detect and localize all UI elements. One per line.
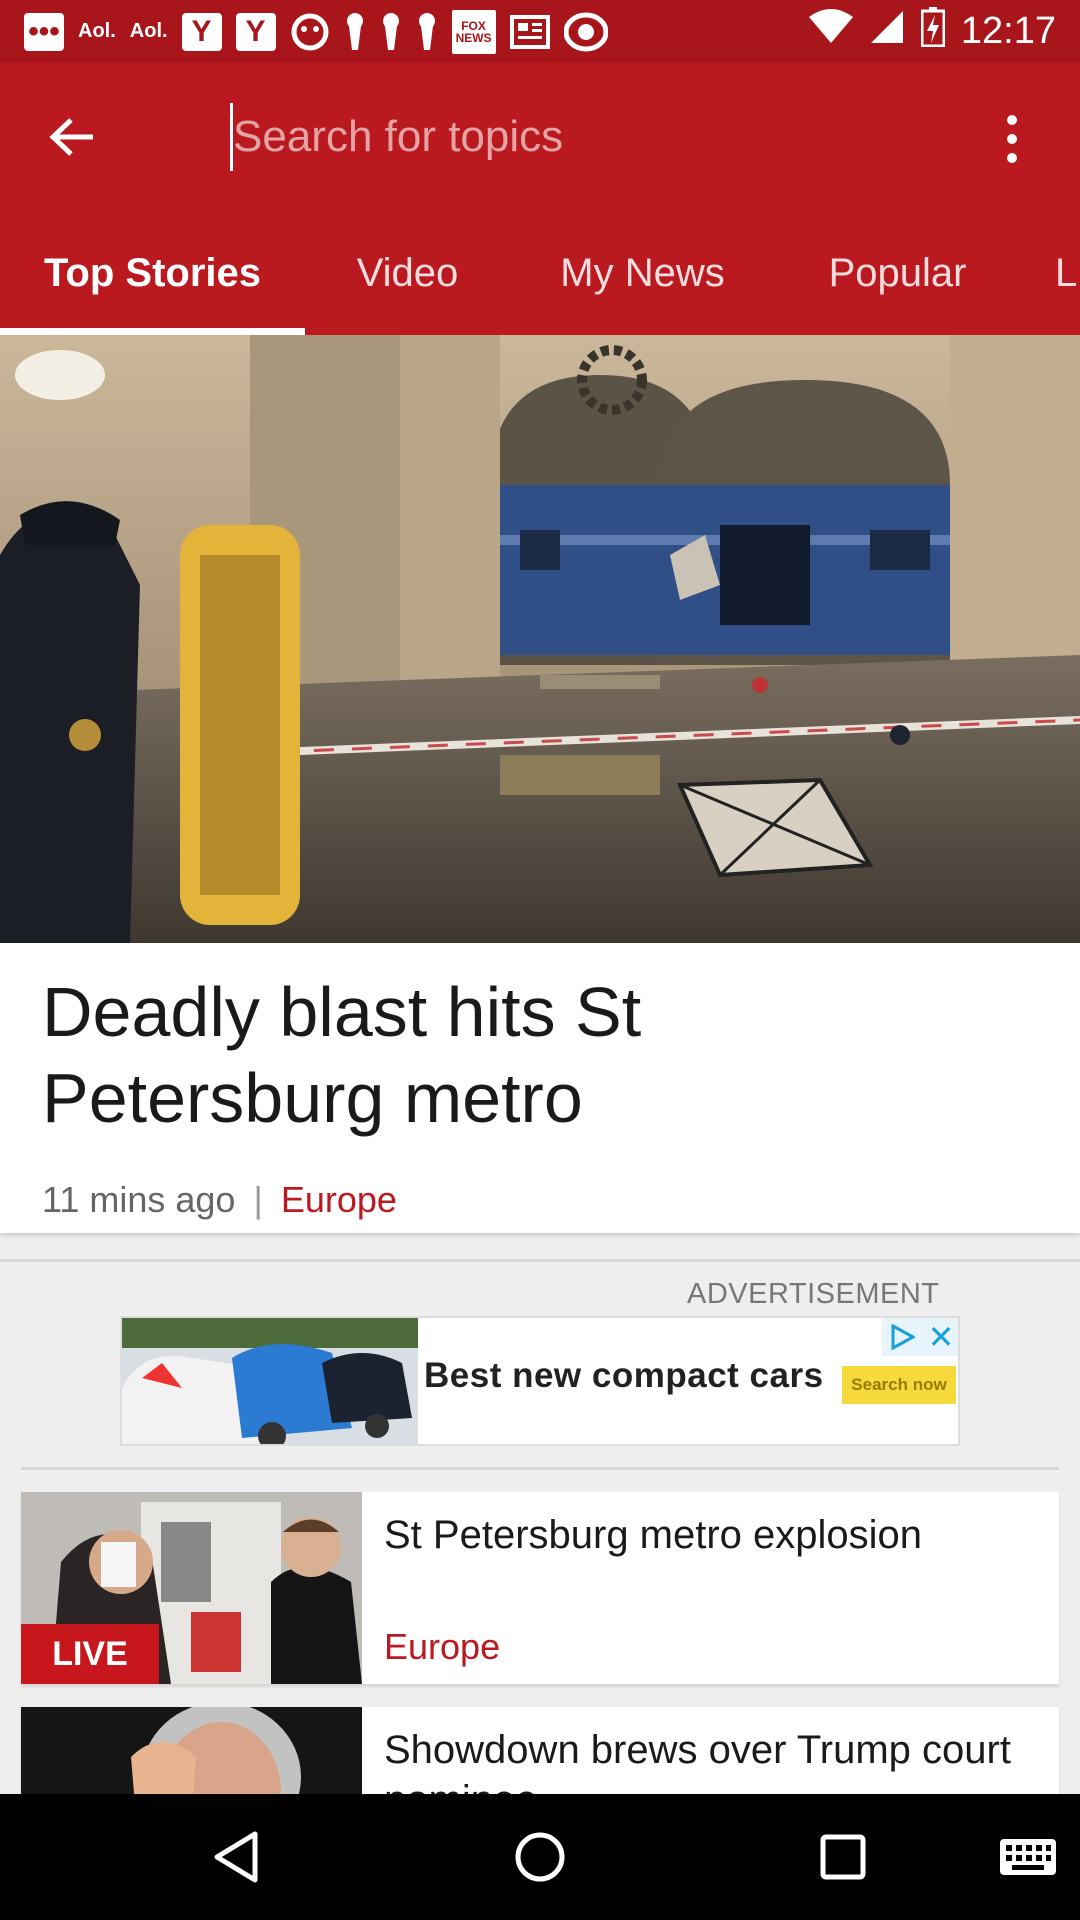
fox-news-icon: FOX NEWS (451, 9, 496, 54)
yahoo-icon: Y (235, 12, 276, 51)
system-status: 12:17 (808, 6, 1056, 57)
tab-my-news[interactable]: My News (510, 211, 775, 335)
aol-icon: Aol. (78, 20, 116, 42)
nav-back-button[interactable] (196, 1822, 276, 1892)
overflow-menu-button[interactable] (986, 103, 1038, 175)
ad-cta-button[interactable]: Search now (842, 1366, 956, 1404)
wifi-icon (808, 8, 853, 55)
app-toolbar (0, 63, 1080, 211)
back-button[interactable] (36, 101, 108, 173)
system-navigation-bar (0, 1794, 1080, 1920)
search-input[interactable] (230, 103, 950, 171)
clock: 12:17 (960, 10, 1056, 52)
adchoices-icon[interactable] (882, 1318, 922, 1356)
cbs-icon (563, 12, 608, 52)
story-section-link[interactable]: Europe (384, 1626, 500, 1668)
news-icon (509, 14, 550, 50)
triangle-back-icon (214, 1831, 258, 1883)
arrow-back-icon (49, 118, 93, 156)
keyboard-switch-button[interactable] (988, 1822, 1068, 1892)
square-recents-icon (820, 1834, 866, 1880)
pin-icon (380, 12, 402, 52)
story-title[interactable]: St Petersburg metro explosion (384, 1510, 1044, 1560)
messages-icon: ••• (24, 12, 64, 51)
story-list-item[interactable]: LIVE St Petersburg metro explosion Europ… (21, 1492, 1059, 1684)
nav-recents-button[interactable] (803, 1822, 883, 1892)
top-story-headline[interactable]: Deadly blast hits St Petersburg metro (42, 969, 942, 1141)
tab-popular[interactable]: Popular (775, 211, 1020, 335)
divider (21, 1467, 1059, 1470)
keyboard-icon (1000, 1839, 1056, 1875)
advertisement-banner[interactable]: Best new compact cars Search now ✕ (120, 1316, 960, 1446)
story-section-link[interactable]: Europe (281, 1179, 397, 1220)
advertisement-label: ADVERTISEMENT (687, 1278, 940, 1310)
pin-icon (344, 12, 366, 52)
ad-image (122, 1318, 418, 1444)
notification-icons: ••• Aol. Aol. Y Y FOX NEWS (24, 0, 608, 63)
ad-headline[interactable]: Best new compact cars (424, 1356, 824, 1396)
yahoo-icon: Y (181, 12, 222, 51)
section-tabs: Top Stories Video My News Popular L (0, 211, 1080, 335)
aol-icon: Aol. (129, 20, 168, 42)
tab-video[interactable]: Video (305, 211, 510, 335)
tab-top-stories[interactable]: Top Stories (0, 211, 305, 335)
tab-partial[interactable]: L (1055, 211, 1080, 335)
circle-home-icon (515, 1832, 565, 1882)
more-vert-icon (1007, 115, 1017, 125)
top-story-card[interactable]: Deadly blast hits St Petersburg metro 11… (0, 943, 1080, 1233)
meta-separator: | (253, 1179, 263, 1220)
tab-indicator (0, 328, 305, 335)
battery-icon (920, 6, 946, 57)
hero-image[interactable] (0, 335, 1080, 943)
top-story-meta: 11 mins ago | Europe (42, 1179, 397, 1221)
ad-close-icon[interactable]: ✕ (922, 1318, 958, 1356)
story-timestamp: 11 mins ago (42, 1179, 236, 1220)
game-icon (290, 12, 330, 52)
status-bar: ••• Aol. Aol. Y Y FOX NEWS 12:17 (0, 0, 1080, 63)
pin-icon (416, 12, 438, 52)
nav-home-button[interactable] (500, 1822, 580, 1892)
live-badge: LIVE (21, 1624, 159, 1684)
divider (0, 1259, 1080, 1262)
signal-icon (869, 9, 905, 55)
metro-station-photo (0, 335, 1080, 943)
